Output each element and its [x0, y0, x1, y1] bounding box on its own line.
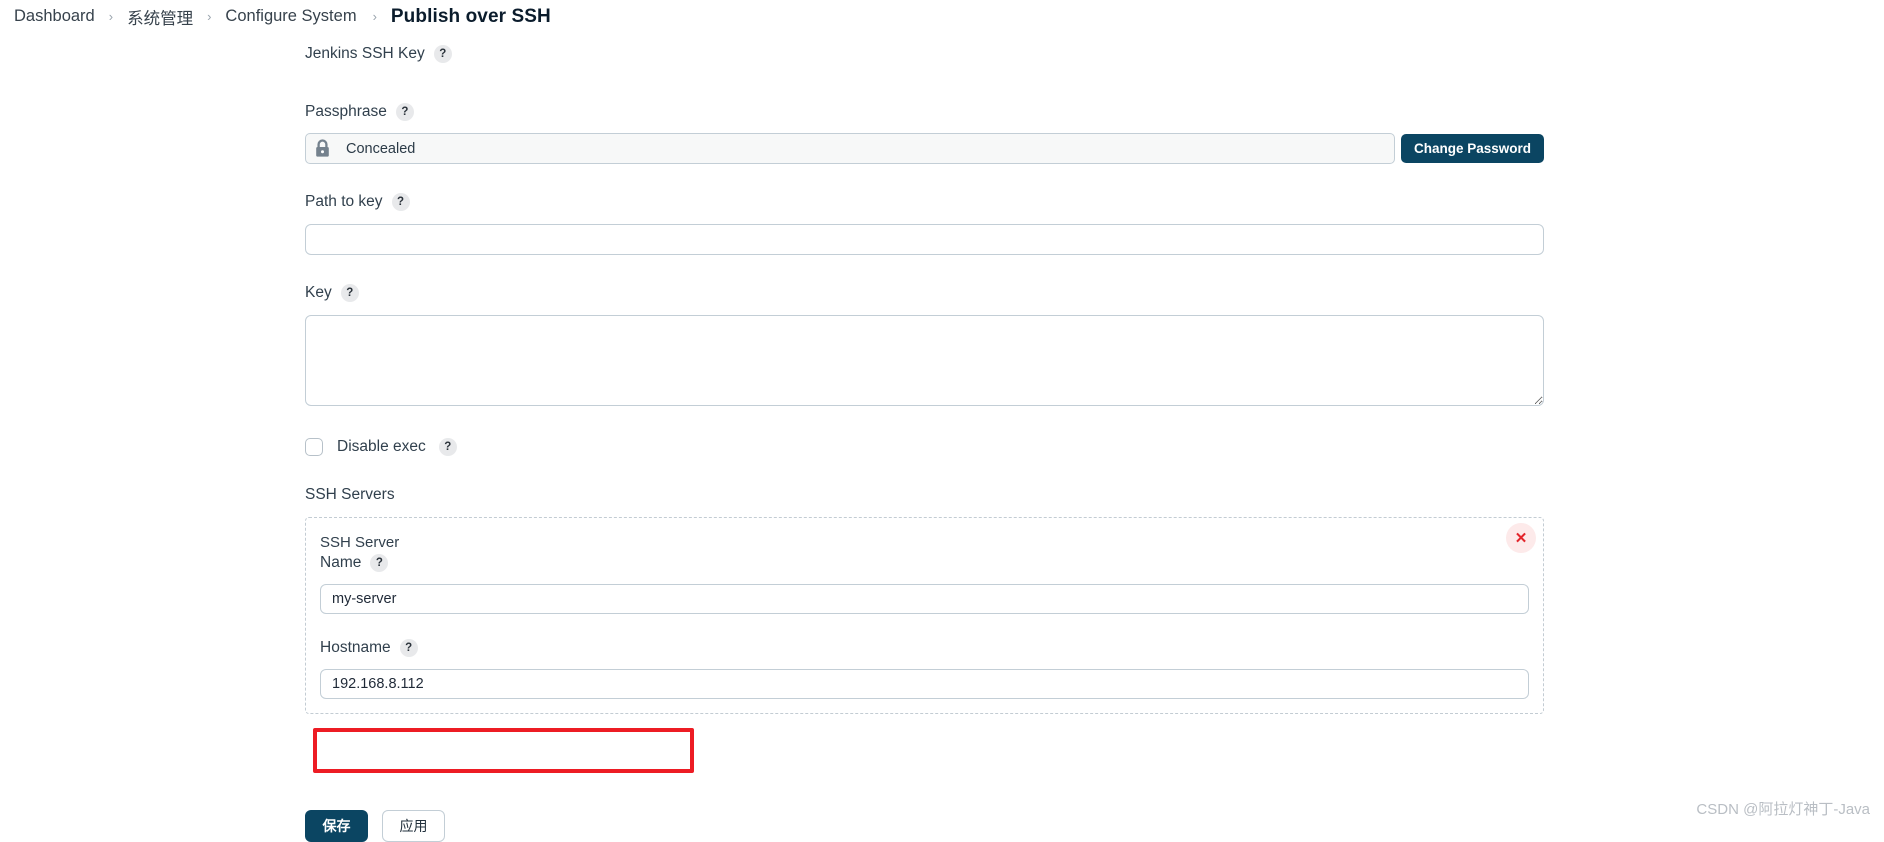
disable-exec-checkbox[interactable] — [305, 438, 323, 456]
path-to-key-label-row: Path to key ? — [305, 192, 1544, 212]
server-name-input[interactable] — [320, 584, 1529, 614]
ssh-server-card: ✕ SSH Server Name ? Hostname ? — [305, 517, 1544, 714]
help-icon[interactable]: ? — [391, 193, 410, 211]
apply-button[interactable]: 应用 — [382, 810, 445, 842]
help-icon[interactable]: ? — [399, 639, 418, 657]
path-to-key-label: Path to key — [305, 193, 383, 210]
field-ssh-servers: SSH Servers ✕ SSH Server Name ? Hostname… — [305, 486, 1544, 714]
field-path-to-key: Path to key ? — [305, 192, 1544, 255]
field-passphrase: Passphrase ? Concealed Change Password — [305, 102, 1544, 164]
field-disable-exec: Disable exec ? — [305, 438, 1544, 456]
lock-icon — [314, 139, 331, 158]
breadcrumb: Dashboard › 系统管理 › Configure System › Pu… — [0, 0, 1884, 33]
watermark: CSDN @阿拉灯神丁-Java — [1696, 801, 1870, 818]
save-button[interactable]: 保存 — [305, 810, 368, 842]
annotation-highlight-hostname — [313, 728, 694, 773]
jenkins-ssh-key-label: Jenkins SSH Key — [305, 45, 425, 62]
passphrase-field[interactable]: Concealed — [305, 133, 1395, 164]
form-footer: 保存 应用 — [305, 810, 445, 842]
breadcrumb-item-dashboard[interactable]: Dashboard — [14, 7, 95, 26]
field-jenkins-ssh-key: Jenkins SSH Key ? — [305, 44, 1544, 64]
key-textarea[interactable] — [305, 315, 1544, 406]
passphrase-value: Concealed — [346, 140, 416, 157]
breadcrumb-separator: › — [207, 9, 212, 24]
breadcrumb-separator: › — [108, 9, 114, 24]
publish-over-ssh-form: Jenkins SSH Key ? Passphrase ? Concealed… — [305, 44, 1544, 714]
breadcrumb-item-system-management[interactable]: 系统管理 — [127, 5, 193, 29]
passphrase-label-row: Passphrase ? — [305, 102, 1544, 122]
ssh-servers-label: SSH Servers — [305, 486, 395, 503]
breadcrumb-separator: › — [372, 9, 377, 24]
field-key: Key ? — [305, 283, 1544, 411]
key-label: Key — [305, 284, 332, 301]
help-icon[interactable]: ? — [340, 284, 359, 302]
path-to-key-input[interactable] — [305, 224, 1544, 255]
help-icon[interactable]: ? — [370, 554, 389, 572]
help-icon[interactable]: ? — [438, 438, 457, 456]
help-icon[interactable]: ? — [395, 103, 414, 121]
server-name-label: Name — [320, 554, 362, 571]
server-hostname-label: Hostname — [320, 639, 391, 656]
page-title: Publish over SSH — [390, 5, 551, 27]
change-password-button[interactable]: Change Password — [1400, 134, 1544, 163]
server-hostname-input[interactable] — [320, 669, 1529, 699]
jenkins-ssh-key-label-row: Jenkins SSH Key ? — [305, 44, 1544, 64]
breadcrumb-item-configure-system[interactable]: Configure System — [225, 7, 356, 26]
passphrase-label: Passphrase — [305, 103, 387, 120]
server-name-label-row: Name ? — [320, 553, 1529, 573]
server-hostname-label-row: Hostname ? — [320, 638, 1529, 658]
ssh-server-title: SSH Server — [320, 534, 400, 551]
close-icon: ✕ — [1514, 529, 1528, 547]
delete-server-button[interactable]: ✕ — [1506, 523, 1536, 553]
help-icon[interactable]: ? — [433, 45, 452, 63]
passphrase-row: Concealed Change Password — [305, 133, 1544, 164]
disable-exec-label: Disable exec — [337, 438, 426, 455]
key-label-row: Key ? — [305, 283, 1544, 303]
